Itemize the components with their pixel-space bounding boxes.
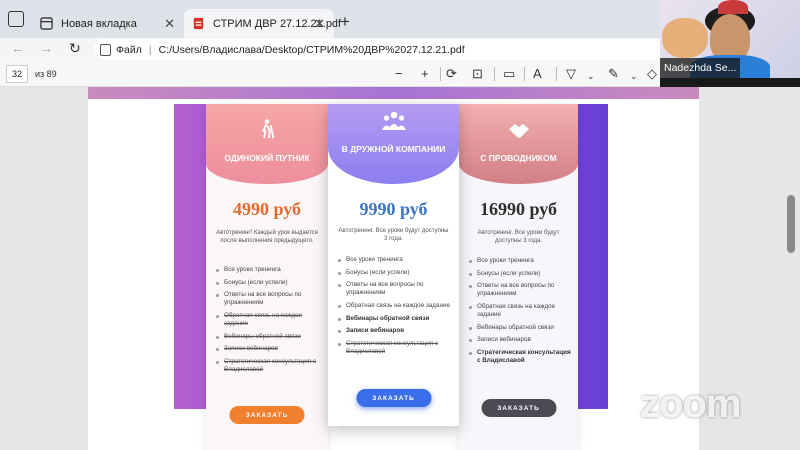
address-url: C:/Users/Владислава/Desktop/СТРИМ%20ДВР%… xyxy=(158,43,465,56)
list-item: Обратная связь на каждое задание xyxy=(338,302,455,310)
page-view-icon[interactable]: ▭ xyxy=(503,66,515,82)
tab-actions-icon[interactable] xyxy=(8,11,24,27)
list-item: Обратная связь на каждое задание xyxy=(469,303,574,319)
browser-tab-bar: Новая вкладка ✕ СТРИМ ДВР 27.12.21.pdf ✕… xyxy=(0,0,660,38)
feature-list: Все уроки тренинга Бонусы (если успели) … xyxy=(338,256,455,361)
card-title: В ДРУЖНОЙ КОМПАНИИ xyxy=(341,144,446,154)
tab-new[interactable]: Новая вкладка ✕ xyxy=(32,9,184,38)
list-item: Все уроки тренинга xyxy=(469,257,574,265)
card-title: ОДИНОКИЙ ПУТНИК xyxy=(224,153,310,163)
address-bar[interactable]: Файл | C:/Users/Владислава/Desktop/СТРИМ… xyxy=(94,39,660,60)
address-row: ← → ↻ Файл | C:/Users/Владислава/Desktop… xyxy=(0,38,660,62)
list-item: Вебинары обратной связи xyxy=(469,324,574,332)
santa-hat xyxy=(718,0,748,14)
pdf-file-icon xyxy=(193,17,204,30)
vertical-scrollbar[interactable] xyxy=(787,195,795,253)
participant-name: Nadezhda Se... xyxy=(660,58,740,78)
zoom-in-icon[interactable]: + xyxy=(421,66,429,82)
back-arrow-icon[interactable]: ← xyxy=(11,40,25,56)
list-item: Бонусы (если успели) xyxy=(338,269,455,277)
list-item: Ответы на все вопросы по упражнениям xyxy=(338,281,455,297)
list-item: Вебинары обратной связи xyxy=(338,315,455,323)
page-number-input[interactable]: 32 xyxy=(6,65,28,83)
file-icon xyxy=(100,43,111,56)
list-item: Ответы на все вопросы по упражнениям xyxy=(216,291,324,307)
list-item: Обратная связь на каждое задание xyxy=(216,312,324,328)
list-item: Бонусы (если успели) xyxy=(469,270,574,278)
close-icon[interactable]: ✕ xyxy=(314,16,325,32)
address-scheme: Файл xyxy=(116,43,142,56)
order-button[interactable]: ЗАКАЗАТЬ xyxy=(481,399,556,417)
card-price: 16990 руб xyxy=(479,199,558,219)
list-item: Ответы на все вопросы по упражнениям xyxy=(469,282,574,298)
rotate-icon[interactable]: ⟳ xyxy=(446,66,457,82)
list-item: Все уроки тренинга xyxy=(216,266,324,274)
hiker-icon xyxy=(261,119,275,139)
pricing-card-guide: С ПРОВОДНИКОМ 16990 руб Автотренинг. Все… xyxy=(459,104,578,450)
erase-icon[interactable]: ◇ xyxy=(647,66,657,82)
zoom-out-icon[interactable]: − xyxy=(395,66,403,82)
list-item: Вебинары обратной связи xyxy=(216,333,324,341)
new-tab-icon[interactable]: + xyxy=(340,12,350,32)
card-title: С ПРОВОДНИКОМ xyxy=(480,153,557,163)
pricing-card-solo: ОДИНОКИЙ ПУТНИК 4990 руб Автотренинг! Ка… xyxy=(206,104,328,450)
reload-icon[interactable]: ↻ xyxy=(69,40,81,57)
feature-list: Все уроки тренинга Бонусы (если успели) … xyxy=(469,257,574,370)
list-item: Стратегическая консультация с Владиславо… xyxy=(216,358,324,374)
chevron-down-icon[interactable]: ⌄ xyxy=(630,68,638,84)
order-button[interactable]: ЗАКАЗАТЬ xyxy=(229,406,305,424)
list-item: Все уроки тренинга xyxy=(338,256,455,264)
card-price: 9990 руб xyxy=(359,199,428,219)
forward-arrow-icon[interactable]: → xyxy=(39,40,53,56)
pdf-toolbar: 32 из 89 − + ⟳ ⊡ ▭ A ▽ ⌄ ✎ ⌄ ◇ xyxy=(0,62,660,87)
new-tab-page-icon xyxy=(40,17,53,30)
address-separator: | xyxy=(148,43,152,56)
zoom-watermark: zoom xyxy=(640,382,741,426)
draw-icon[interactable]: ✎ xyxy=(608,66,619,82)
list-item: Записи вебинаров xyxy=(338,327,455,335)
chevron-down-icon[interactable]: ⌄ xyxy=(587,68,595,84)
toolbar-divider xyxy=(440,67,441,81)
toolbar-divider xyxy=(494,67,495,81)
read-aloud-icon[interactable]: A xyxy=(533,66,542,82)
filter-highlight-icon[interactable]: ▽ xyxy=(566,66,576,82)
fit-page-icon[interactable]: ⊡ xyxy=(472,66,483,82)
close-icon[interactable]: ✕ xyxy=(164,16,175,32)
handshake-icon xyxy=(508,124,529,138)
dog-figure xyxy=(662,18,708,58)
page-top-band xyxy=(88,87,699,99)
card-description: Автотренинг. Все уроки будут доступны 3 … xyxy=(477,230,560,244)
tab-label: Новая вкладка xyxy=(61,17,137,30)
order-button[interactable]: ЗАКАЗАТЬ xyxy=(356,389,431,407)
list-item: Бонусы (если успели) xyxy=(216,279,324,287)
card-price: 4990 руб xyxy=(232,199,302,219)
toolbar-divider xyxy=(524,67,525,81)
card-header: ОДИНОКИЙ ПУТНИК xyxy=(206,104,328,184)
list-item: Стратегическая консультация с Владиславо… xyxy=(338,340,455,356)
toolbar-divider xyxy=(556,67,557,81)
list-item: Записи вебинаров xyxy=(216,345,324,353)
list-item: Записи вебинаров xyxy=(469,336,574,344)
pdf-page: ОДИНОКИЙ ПУТНИК 4990 руб Автотренинг! Ка… xyxy=(88,87,699,450)
group-icon xyxy=(381,111,406,130)
tab-pdf[interactable]: СТРИМ ДВР 27.12.21.pdf ✕ xyxy=(184,9,341,38)
card-header: С ПРОВОДНИКОМ xyxy=(459,104,578,184)
feature-list: Все уроки тренинга Бонусы (если успели) … xyxy=(216,266,324,379)
pricing-card-group: В ДРУЖНОЙ КОМПАНИИ 9990 руб Автотренинг.… xyxy=(328,104,459,426)
screen: Новая вкладка ✕ СТРИМ ДВР 27.12.21.pdf ✕… xyxy=(0,0,800,450)
card-header: В ДРУЖНОЙ КОМПАНИИ xyxy=(328,104,459,184)
card-description: Автотренинг! Каждый урок выдается после … xyxy=(216,230,318,244)
list-item: Стратегическая консультация с Владиславо… xyxy=(469,349,574,365)
page-total: из 89 xyxy=(35,69,57,79)
card-description: Автотренинг. Все уроки будут доступны 3 … xyxy=(338,228,449,242)
